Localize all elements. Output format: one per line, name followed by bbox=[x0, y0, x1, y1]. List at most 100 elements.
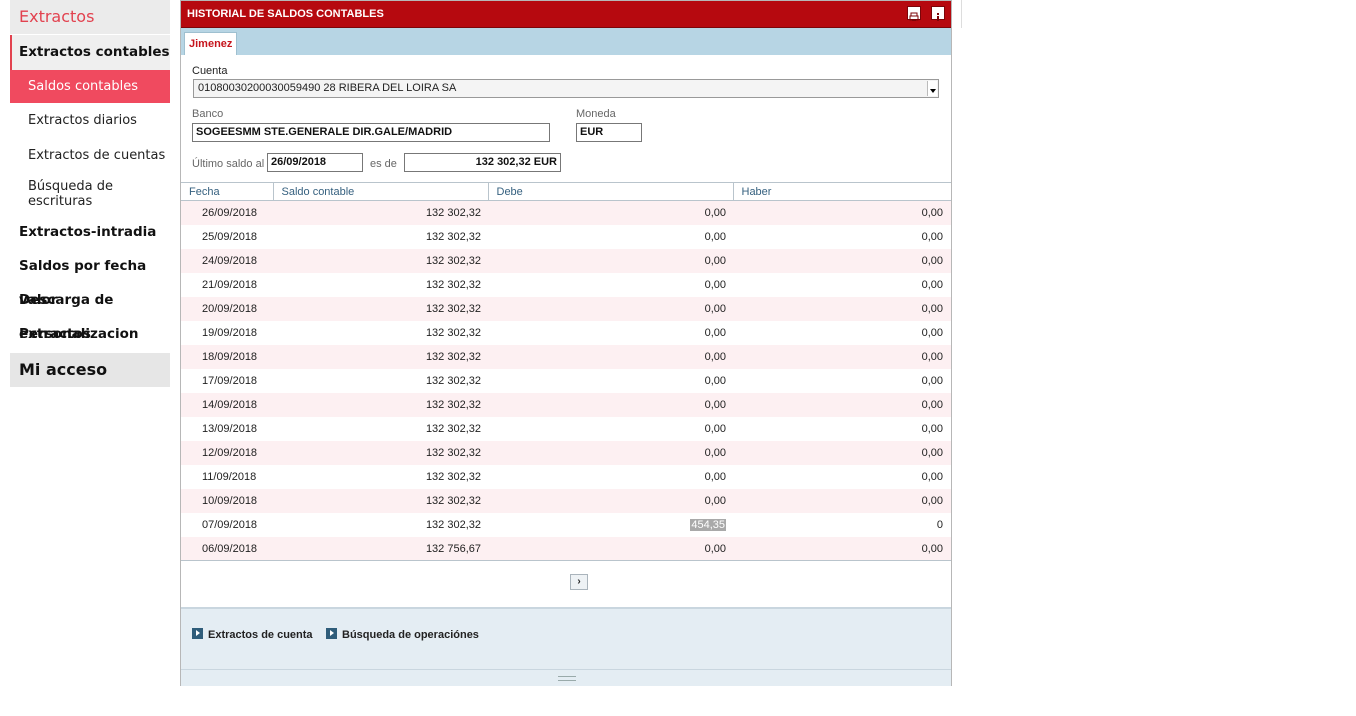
column-header-debe[interactable]: Debe bbox=[488, 182, 734, 201]
cell-fecha: 24/09/2018 bbox=[202, 255, 258, 267]
column-header-haber[interactable]: Haber bbox=[733, 182, 951, 201]
es-de-label: es de bbox=[370, 158, 397, 170]
cell-fecha: 11/09/2018 bbox=[202, 471, 257, 483]
sidebar-item-busqueda-de-escrituras[interactable]: Búsqueda de escrituras bbox=[10, 173, 170, 215]
sidebar-item-extractos-de-cuentas[interactable]: Extractos de cuentas bbox=[10, 138, 170, 173]
info-icon[interactable] bbox=[931, 6, 945, 21]
cell-fecha: 19/09/2018 bbox=[202, 327, 258, 339]
table-row[interactable]: 06/09/2018 132 756,67 0,00 0,00 bbox=[181, 537, 951, 561]
cell-haber: 0,00 bbox=[921, 423, 943, 435]
cell-fecha: 18/09/2018 bbox=[202, 351, 258, 363]
table-row[interactable]: 19/09/2018 132 302,32 0,00 0,00 bbox=[181, 321, 951, 345]
cell-debe: 454,35 bbox=[488, 513, 733, 537]
table-bottom-divider bbox=[181, 560, 951, 561]
cell-fecha: 12/09/2018 bbox=[202, 447, 258, 459]
tab-jimenez[interactable]: Jimenez bbox=[184, 32, 238, 55]
table-row[interactable]: 13/09/2018 132 302,32 0,00 0,00 bbox=[181, 417, 951, 441]
window-title: HISTORIAL DE SALDOS CONTABLES bbox=[187, 8, 384, 20]
column-header-saldo-contable[interactable]: Saldo contable bbox=[273, 182, 489, 201]
table-row[interactable]: 14/09/2018 132 302,32 0,00 0,00 bbox=[181, 393, 951, 417]
cell-saldo: 132 756,67 bbox=[425, 543, 481, 555]
column-header-fecha[interactable]: Fecha bbox=[181, 182, 274, 201]
cell-saldo: 132 302,32 bbox=[425, 303, 481, 315]
cell-haber: 0,00 bbox=[921, 447, 943, 459]
moneda-label: Moneda bbox=[576, 108, 616, 120]
tab-bar: Jimenez bbox=[181, 28, 951, 55]
sidebar-group-saldos-por-fecha-valor[interactable]: Saldos por fecha valor bbox=[10, 249, 170, 308]
saldos-table: Fecha Saldo contable Debe Haber 26/09/20… bbox=[181, 182, 951, 561]
sidebar-group-personalizacion[interactable]: Personalizacion bbox=[10, 317, 170, 351]
cell-haber: 0,00 bbox=[921, 543, 943, 555]
cell-debe: 0,00 bbox=[704, 351, 726, 363]
cell-fecha: 10/09/2018 bbox=[202, 495, 258, 507]
cell-fecha: 21/09/2018 bbox=[202, 279, 258, 291]
next-page-button[interactable]: › bbox=[570, 574, 588, 590]
cuenta-select-value: 01080030200030059490 28 RIBERA DEL LOIRA… bbox=[198, 82, 457, 94]
sidebar-group-descarga-de-extractos[interactable]: Descarga de extractos bbox=[10, 283, 170, 342]
table-row[interactable]: 11/09/2018 132 302,32 0,00 0,00 bbox=[181, 465, 951, 489]
cell-saldo: 132 302,32 bbox=[425, 471, 481, 483]
cell-saldo: 132 302,32 bbox=[425, 255, 481, 267]
table-row[interactable]: 07/09/2018 132 302,32 454,35 0 bbox=[181, 513, 951, 537]
table-row[interactable]: 10/09/2018 132 302,32 0,00 0,00 bbox=[181, 489, 951, 513]
cell-debe-highlighted: 454,35 bbox=[690, 519, 726, 531]
cell-saldo: 132 302,32 bbox=[425, 375, 481, 387]
cell-debe: 0,00 bbox=[704, 495, 726, 507]
divider bbox=[961, 0, 962, 28]
table-row[interactable]: 25/09/2018 132 302,32 0,00 0,00 bbox=[181, 225, 951, 249]
link-extractos-de-cuenta[interactable]: Extractos de cuenta bbox=[192, 628, 313, 641]
cell-haber: 0,00 bbox=[921, 255, 943, 267]
cell-debe: 0,00 bbox=[704, 447, 726, 459]
print-icon[interactable] bbox=[907, 6, 921, 21]
cell-debe: 0,00 bbox=[704, 255, 726, 267]
cell-fecha: 14/09/2018 bbox=[202, 399, 258, 411]
table-row[interactable]: 18/09/2018 132 302,32 0,00 0,00 bbox=[181, 345, 951, 369]
resize-handle[interactable] bbox=[181, 669, 951, 686]
cell-haber: 0,00 bbox=[921, 279, 943, 291]
cell-debe: 0,00 bbox=[704, 399, 726, 411]
historial-window: HISTORIAL DE SALDOS CONTABLES Jimenez Cu… bbox=[180, 0, 952, 686]
cell-haber: 0,00 bbox=[921, 327, 943, 339]
cell-fecha: 20/09/2018 bbox=[202, 303, 258, 315]
sidebar-group-extractos-contables[interactable]: Extractos contables bbox=[10, 35, 170, 70]
cell-debe: 0,00 bbox=[704, 375, 726, 387]
cell-haber: 0,00 bbox=[921, 471, 943, 483]
link-extractos-de-cuenta-label: Extractos de cuenta bbox=[208, 629, 313, 641]
cell-haber: 0,00 bbox=[921, 207, 943, 219]
cell-saldo: 132 302,32 bbox=[425, 447, 481, 459]
cell-debe: 0,00 bbox=[704, 207, 726, 219]
sidebar: Extractos Extractos contables Saldos con… bbox=[10, 0, 170, 387]
sidebar-section-title[interactable]: Extractos bbox=[10, 0, 170, 34]
sidebar-item-saldos-contables[interactable]: Saldos contables bbox=[10, 70, 170, 103]
cell-haber: 0 bbox=[936, 519, 943, 531]
ultimo-saldo-date-field: 26/09/2018 bbox=[267, 153, 363, 172]
sidebar-group-extractos-intradia[interactable]: Extractos-intradia bbox=[10, 215, 170, 249]
table-row[interactable]: 20/09/2018 132 302,32 0,00 0,00 bbox=[181, 297, 951, 321]
table-row[interactable]: 24/09/2018 132 302,32 0,00 0,00 bbox=[181, 249, 951, 273]
cuenta-select[interactable]: 01080030200030059490 28 RIBERA DEL LOIRA… bbox=[193, 79, 939, 98]
cell-debe: 0,00 bbox=[704, 327, 726, 339]
cell-haber: 0,00 bbox=[921, 495, 943, 507]
cell-saldo: 132 302,32 bbox=[425, 207, 481, 219]
cell-fecha: 13/09/2018 bbox=[202, 423, 258, 435]
table-row[interactable]: 17/09/2018 132 302,32 0,00 0,00 bbox=[181, 369, 951, 393]
banco-label: Banco bbox=[192, 108, 224, 120]
cuenta-label: Cuenta bbox=[192, 65, 228, 77]
cell-debe: 0,00 bbox=[704, 543, 726, 555]
cell-fecha: 06/09/2018 bbox=[202, 543, 258, 555]
table-header-row: Fecha Saldo contable Debe Haber bbox=[181, 182, 951, 201]
arrow-right-icon bbox=[326, 628, 337, 639]
footer-links-bar: Extractos de cuenta Búsqueda de operació… bbox=[181, 607, 951, 669]
link-busqueda-de-operaciones-label: Búsqueda de operaciónes bbox=[342, 629, 479, 641]
window-titlebar: HISTORIAL DE SALDOS CONTABLES bbox=[181, 1, 951, 28]
ultimo-saldo-amount-field: 132 302,32 EUR bbox=[404, 153, 561, 172]
link-busqueda-de-operaciones[interactable]: Búsqueda de operaciónes bbox=[326, 628, 479, 641]
banco-field: SOGEESMM STE.GENERALE DIR.GALE/MADRID bbox=[192, 123, 550, 142]
table-row[interactable]: 26/09/2018 132 302,32 0,00 0,00 bbox=[181, 200, 951, 225]
sidebar-mi-acceso[interactable]: Mi acceso bbox=[10, 353, 170, 387]
table-row[interactable]: 21/09/2018 132 302,32 0,00 0,00 bbox=[181, 273, 951, 297]
chevron-down-icon[interactable] bbox=[927, 81, 937, 96]
sidebar-item-extractos-diarios[interactable]: Extractos diarios bbox=[10, 103, 170, 138]
cell-saldo: 132 302,32 bbox=[425, 423, 481, 435]
table-row[interactable]: 12/09/2018 132 302,32 0,00 0,00 bbox=[181, 441, 951, 465]
